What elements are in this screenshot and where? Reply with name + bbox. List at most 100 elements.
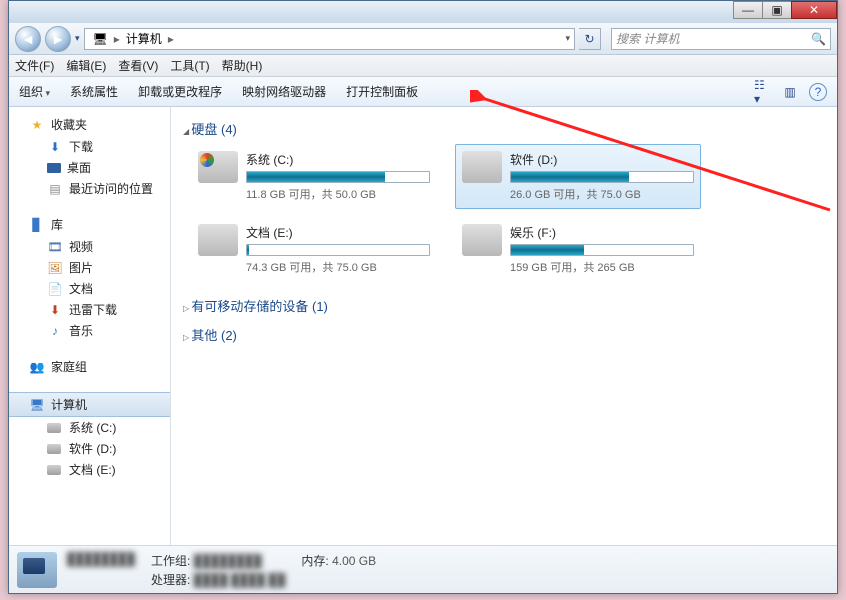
preview-pane-icon[interactable]: ▥ xyxy=(781,83,799,101)
status-cpu-value: ████ ████ ██ xyxy=(194,573,286,587)
thunder-icon: ⬇ xyxy=(47,302,63,318)
label: 家庭组 xyxy=(51,358,87,375)
menu-edit[interactable]: 编辑(E) xyxy=(66,57,106,74)
drive-item[interactable]: 文档 (E:) 74.3 GB 可用，共 75.0 GB xyxy=(191,217,437,282)
label: 文档 (E:) xyxy=(69,461,116,478)
sidebar-homegroup[interactable]: 👥家庭组 xyxy=(9,355,170,378)
drive-icon xyxy=(462,151,502,183)
drive-name: 文档 (E:) xyxy=(246,224,430,241)
drive-item[interactable]: 娱乐 (F:) 159 GB 可用，共 265 GB xyxy=(455,217,701,282)
label: 视频 xyxy=(69,238,93,255)
capacity-bar xyxy=(246,171,430,183)
video-icon: 🎞 xyxy=(47,239,63,255)
group-other[interactable]: 其他 (2) xyxy=(179,321,829,350)
sidebar: ★收藏夹 ⬇ 下载 桌面 ▤ 最近访问的位置 ▊库 🎞 视频 🖼 图片 📄文档 ⬇ 迅雷下… xyxy=(9,107,171,545)
titlebar: — ▣ ✕ xyxy=(9,1,837,23)
picture-icon: 🖼 xyxy=(47,260,63,276)
drive-info: 文档 (E:) 74.3 GB 可用，共 75.0 GB xyxy=(246,224,430,275)
forward-button[interactable]: ► xyxy=(45,26,71,52)
toolbar-map-network-drive[interactable]: 映射网络驱动器 xyxy=(242,83,326,100)
status-bar: ████████ 工作组: ████████ 内存: 4.00 GB 处理器: … xyxy=(9,545,837,593)
sidebar-computer[interactable]: 🖥 计算机 xyxy=(9,392,170,417)
sidebar-item-pictures[interactable]: 🖼 图片 xyxy=(9,257,170,278)
label: 最近访问的位置 xyxy=(69,180,153,197)
close-button[interactable]: ✕ xyxy=(791,1,837,19)
drive-item[interactable]: 系统 (C:) 11.8 GB 可用，共 50.0 GB xyxy=(191,144,437,209)
drive-info: 娱乐 (F:) 159 GB 可用，共 265 GB xyxy=(510,224,694,275)
status-details: ████████ 工作组: ████████ 内存: 4.00 GB 处理器: … xyxy=(67,552,392,588)
sidebar-item-recent[interactable]: ▤ 最近访问的位置 xyxy=(9,178,170,199)
recent-icon: ▤ xyxy=(47,181,63,197)
sidebar-item-desktop[interactable]: 桌面 xyxy=(9,157,170,178)
computer-large-icon xyxy=(17,552,57,588)
drive-subtext: 26.0 GB 可用，共 75.0 GB xyxy=(510,186,694,202)
drive-info: 系统 (C:) 11.8 GB 可用，共 50.0 GB xyxy=(246,151,430,202)
back-button[interactable]: ◄ xyxy=(15,26,41,52)
sidebar-item-downloads[interactable]: ⬇ 下载 xyxy=(9,136,170,157)
menu-help[interactable]: 帮助(H) xyxy=(222,57,263,74)
breadcrumb-sep-icon: ▸ xyxy=(112,32,122,46)
drive-name: 系统 (C:) xyxy=(246,151,430,168)
status-cpu-label: 处理器: xyxy=(151,573,190,587)
help-icon[interactable]: ? xyxy=(809,83,827,101)
drives-list: 系统 (C:) 11.8 GB 可用，共 50.0 GB 软件 (D:) 26.… xyxy=(179,144,829,282)
menu-file[interactable]: 文件(F) xyxy=(15,57,54,74)
menu-bar: 文件(F) 编辑(E) 查看(V) 工具(T) 帮助(H) xyxy=(9,55,837,77)
capacity-bar xyxy=(510,171,694,183)
drive-icon xyxy=(198,151,238,183)
drive-icon xyxy=(47,423,61,433)
group-hard-disks[interactable]: 硬盘 (4) xyxy=(179,115,829,144)
sidebar-item-thunder[interactable]: ⬇ 迅雷下载 xyxy=(9,299,170,320)
toolbar-system-properties[interactable]: 系统属性 xyxy=(70,83,118,100)
nav-row: ◄ ► ▾ 🖥 ▸ 计算机 ▸ ▾ ↻ 搜索 计算机 🔍 xyxy=(9,23,837,55)
group-removable[interactable]: 有可移动存储的设备 (1) xyxy=(179,292,829,321)
label: 软件 (D:) xyxy=(69,440,116,457)
label: 桌面 xyxy=(67,159,91,176)
maximize-button[interactable]: ▣ xyxy=(762,1,792,19)
music-icon: ♪ xyxy=(47,323,63,339)
search-icon: 🔍 xyxy=(811,32,826,46)
sidebar-item-drive-e[interactable]: 文档 (E:) xyxy=(9,459,170,480)
label: 计算机 xyxy=(51,396,87,413)
sidebar-favorites-label: 收藏夹 xyxy=(51,116,87,133)
sidebar-favorites[interactable]: ★收藏夹 xyxy=(9,113,170,136)
sidebar-item-drive-c[interactable]: 系统 (C:) xyxy=(9,417,170,438)
label: 迅雷下载 xyxy=(69,301,117,318)
drive-name: 娱乐 (F:) xyxy=(510,224,694,241)
view-options-icon[interactable]: ☷ ▾ xyxy=(753,83,771,101)
address-dropdown-icon[interactable]: ▾ xyxy=(565,33,570,44)
sidebar-item-music[interactable]: ♪音乐 xyxy=(9,320,170,341)
menu-tools[interactable]: 工具(T) xyxy=(170,57,209,74)
document-icon: 📄 xyxy=(47,281,63,297)
label: 图片 xyxy=(69,259,93,276)
toolbar-open-control-panel[interactable]: 打开控制面板 xyxy=(346,83,418,100)
computer-icon: 🖥 xyxy=(29,397,45,413)
search-box[interactable]: 搜索 计算机 🔍 xyxy=(611,28,831,50)
label: 系统 (C:) xyxy=(69,419,116,436)
sidebar-item-drive-d[interactable]: 软件 (D:) xyxy=(9,438,170,459)
sidebar-item-videos[interactable]: 🎞 视频 xyxy=(9,236,170,257)
address-bar[interactable]: 🖥 ▸ 计算机 ▸ ▾ xyxy=(84,28,575,50)
status-computer-name: ████████ xyxy=(67,552,135,569)
drive-subtext: 74.3 GB 可用，共 75.0 GB xyxy=(246,259,430,275)
breadcrumb-computer[interactable]: 计算机 xyxy=(122,29,166,49)
capacity-bar xyxy=(510,244,694,256)
content-pane: 硬盘 (4) 系统 (C:) 11.8 GB 可用，共 50.0 GB 软件 (… xyxy=(171,107,837,545)
menu-view[interactable]: 查看(V) xyxy=(118,57,158,74)
label: 下载 xyxy=(69,138,93,155)
drive-item[interactable]: 软件 (D:) 26.0 GB 可用，共 75.0 GB xyxy=(455,144,701,209)
toolbar-uninstall-program[interactable]: 卸载或更改程序 xyxy=(138,83,222,100)
sidebar-libraries[interactable]: ▊库 xyxy=(9,213,170,236)
minimize-button[interactable]: — xyxy=(733,1,763,19)
explorer-window: — ▣ ✕ ◄ ► ▾ 🖥 ▸ 计算机 ▸ ▾ ↻ 搜索 计算机 🔍 文件(F)… xyxy=(8,0,838,594)
status-workgroup-value: ████████ xyxy=(194,554,262,568)
drive-info: 软件 (D:) 26.0 GB 可用，共 75.0 GB xyxy=(510,151,694,202)
download-icon: ⬇ xyxy=(47,139,63,155)
sidebar-item-documents[interactable]: 📄文档 xyxy=(9,278,170,299)
label: 库 xyxy=(51,216,63,233)
organize-button[interactable]: 组织 xyxy=(19,83,50,100)
desktop-icon xyxy=(47,163,61,173)
status-workgroup-label: 工作组: xyxy=(151,554,190,568)
nav-history-dropdown[interactable]: ▾ xyxy=(75,33,80,44)
refresh-button[interactable]: ↻ xyxy=(579,28,601,50)
